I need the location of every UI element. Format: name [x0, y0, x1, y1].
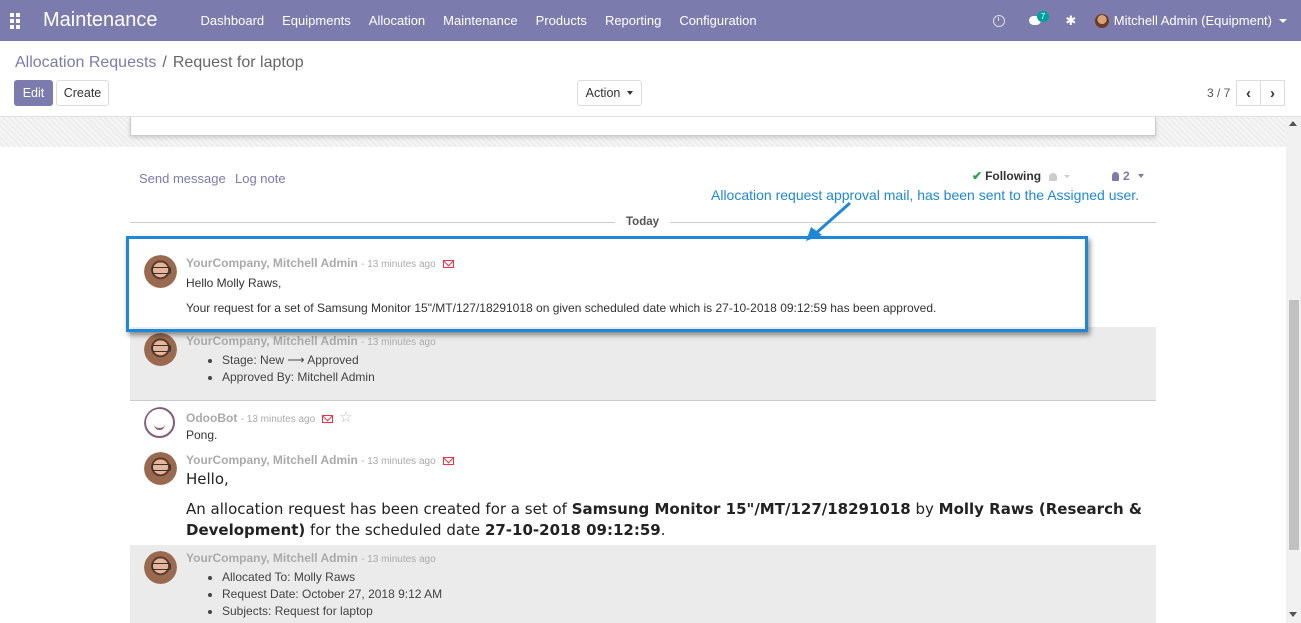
author-name[interactable]: YourCompany, Mitchell Admin: [186, 453, 358, 467]
apps-icon[interactable]: [0, 0, 30, 41]
following-button[interactable]: ✔ Following: [972, 169, 1071, 183]
scroll-down-arrow[interactable]: [1289, 612, 1297, 617]
breadcrumb: Allocation Requests / Request for laptop: [15, 54, 304, 72]
message-body: Pong.: [186, 428, 218, 442]
avatar: [1094, 13, 1109, 28]
chatter-note: YourCompany, Mitchell Admin - 13 minutes…: [130, 545, 1156, 623]
tracking-item: Subjects: Request for laptop: [222, 603, 442, 620]
date-separator-label: Today: [615, 216, 671, 228]
check-icon: ✔: [972, 169, 983, 183]
form-sheet: [130, 117, 1156, 136]
annotation-text: Allocation request approval mail, has be…: [711, 187, 1140, 203]
followers-button[interactable]: 2: [1112, 169, 1144, 183]
person-icon: [1112, 172, 1119, 181]
create-button[interactable]: Create: [56, 80, 109, 106]
message-body: An allocation request has been created f…: [186, 500, 1142, 539]
menu-configuration[interactable]: Configuration: [670, 0, 765, 41]
caret-down-icon: [1064, 175, 1071, 178]
control-panel: Allocation Requests / Request for laptop E…: [0, 41, 1301, 117]
debug-button[interactable]: ✱: [1053, 0, 1089, 41]
menu-equipments[interactable]: Equipments: [273, 0, 360, 41]
menu-reporting[interactable]: Reporting: [596, 0, 670, 41]
avatar[interactable]: [144, 551, 177, 584]
app-title: Maintenance: [43, 9, 158, 31]
author-name[interactable]: YourCompany, Mitchell Admin: [186, 551, 358, 565]
clock-icon: [992, 14, 1005, 27]
breadcrumb-current: Request for laptop: [172, 54, 304, 71]
avatar[interactable]: [144, 452, 177, 485]
message-greeting: Hello,: [186, 470, 229, 488]
breadcrumb-parent[interactable]: Allocation Requests: [15, 54, 156, 71]
message-author: OdooBot - 13 minutes ago ☆: [186, 408, 353, 426]
chatter-message: OdooBot - 13 minutes ago ☆ Pong.: [130, 401, 1156, 446]
following-label: Following: [985, 169, 1042, 183]
chevron-left-icon: ‹: [1246, 84, 1251, 102]
menu-maintenance[interactable]: Maintenance: [434, 0, 526, 41]
annotation-arrow-icon: [806, 201, 851, 241]
chatter-note: YourCompany, Mitchell Admin - 13 minutes…: [130, 327, 1156, 400]
menu-products[interactable]: Products: [527, 0, 596, 41]
breadcrumb-separator: /: [162, 54, 167, 71]
scroll-up-arrow[interactable]: [1289, 121, 1297, 126]
author-name[interactable]: YourCompany, Mitchell Admin: [186, 334, 358, 348]
caret-down-icon: [1137, 174, 1144, 178]
message-author: YourCompany, Mitchell Admin - 13 minutes…: [186, 453, 454, 467]
caret-down-icon: [1279, 18, 1287, 23]
chat-count-badge: 7: [1036, 11, 1050, 22]
form-content: Send message Log note ✔ Following 2 Alloc…: [0, 117, 1286, 623]
action-label: Action: [585, 86, 621, 100]
bell-icon[interactable]: [1049, 173, 1058, 181]
tracking-item: Allocated To: Molly Raws: [222, 569, 442, 586]
tracking-item: Stage: New ⟶ Approved: [222, 352, 375, 369]
action-dropdown[interactable]: Action: [577, 80, 642, 106]
chatter-message: YourCompany, Mitchell Admin - 13 minutes…: [130, 446, 1156, 545]
scrollbar-thumb[interactable]: [1289, 300, 1299, 550]
user-menu[interactable]: Mitchell Admin (Equipment): [1089, 13, 1301, 28]
message-time: - 13 minutes ago: [361, 554, 436, 565]
tracking-list: Stage: New ⟶ Approved Approved By: Mitch…: [222, 352, 375, 386]
messaging-button[interactable]: 7: [1017, 0, 1053, 41]
bug-icon: ✱: [1065, 12, 1077, 28]
avatar[interactable]: [144, 407, 177, 440]
star-icon[interactable]: ☆: [339, 409, 352, 426]
pager-value[interactable]: 3 / 7: [1207, 86, 1230, 100]
annotation-highlight-box: [126, 236, 1088, 332]
followers-count: 2: [1123, 169, 1130, 183]
message-author: YourCompany, Mitchell Admin - 13 minutes…: [186, 551, 436, 565]
menu-dashboard[interactable]: Dashboard: [192, 0, 274, 41]
tracking-item: Request Date: October 27, 2018 9:12 AM: [222, 586, 442, 603]
pager-next-button[interactable]: ›: [1260, 80, 1285, 106]
log-note-link[interactable]: Log note: [235, 171, 286, 186]
tracking-item: Approved By: Mitchell Admin: [222, 369, 375, 386]
author-name[interactable]: OdooBot: [186, 411, 237, 425]
message-author: YourCompany, Mitchell Admin - 13 minutes…: [186, 334, 436, 348]
send-message-link[interactable]: Send message: [139, 171, 226, 186]
user-name: Mitchell Admin (Equipment): [1113, 13, 1272, 28]
activity-button[interactable]: [981, 0, 1017, 41]
top-navbar: Maintenance Dashboard Equipments Allocat…: [0, 0, 1301, 41]
chevron-right-icon: ›: [1270, 84, 1275, 102]
message-time: - 13 minutes ago: [240, 414, 316, 425]
menu-allocation[interactable]: Allocation: [360, 0, 434, 41]
pager-previous-button[interactable]: ‹: [1236, 80, 1261, 106]
envelope-icon: [442, 457, 454, 465]
systray: 7 ✱ Mitchell Admin (Equipment): [981, 0, 1301, 41]
message-time: - 13 minutes ago: [361, 337, 436, 348]
avatar[interactable]: [144, 333, 177, 366]
main-menu: Dashboard Equipments Allocation Maintena…: [192, 0, 766, 41]
tracking-list: Allocated To: Molly Raws Request Date: O…: [222, 569, 442, 620]
caret-down-icon: [627, 91, 634, 95]
message-time: - 13 minutes ago: [361, 456, 436, 467]
edit-button[interactable]: Edit: [14, 80, 53, 106]
envelope-icon: [322, 415, 334, 423]
